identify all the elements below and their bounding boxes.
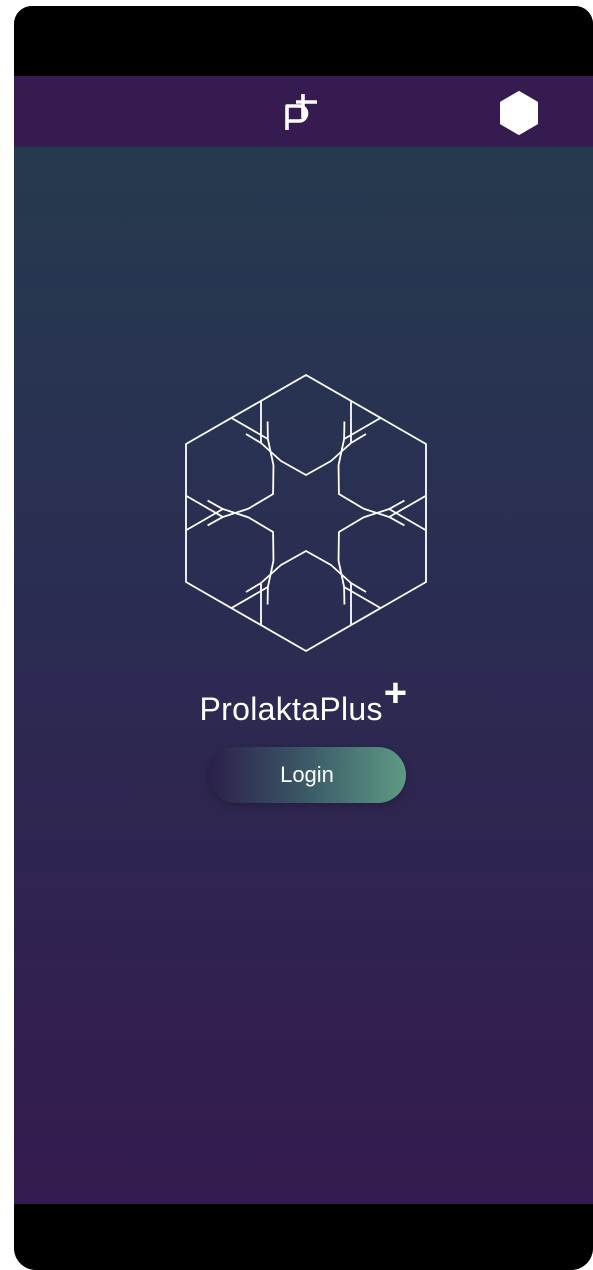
prolakta-p-plus-icon[interactable] [279,92,325,132]
brand-plus-superscript: + [383,671,408,715]
top-navbar [14,76,593,147]
hexagonal-star-emblem-icon [184,374,428,652]
top-bezel [14,6,593,76]
login-button[interactable]: Login [208,747,406,803]
device-frame: ProlaktaPlus+ Login [14,6,593,1270]
brand-name: ProlaktaPlus [199,691,383,727]
brand-wordmark: ProlaktaPlus+ [14,671,593,728]
hexagon-icon[interactable] [496,90,542,136]
main-screen: ProlaktaPlus+ Login [14,147,593,1204]
bottom-bezel [14,1204,593,1270]
